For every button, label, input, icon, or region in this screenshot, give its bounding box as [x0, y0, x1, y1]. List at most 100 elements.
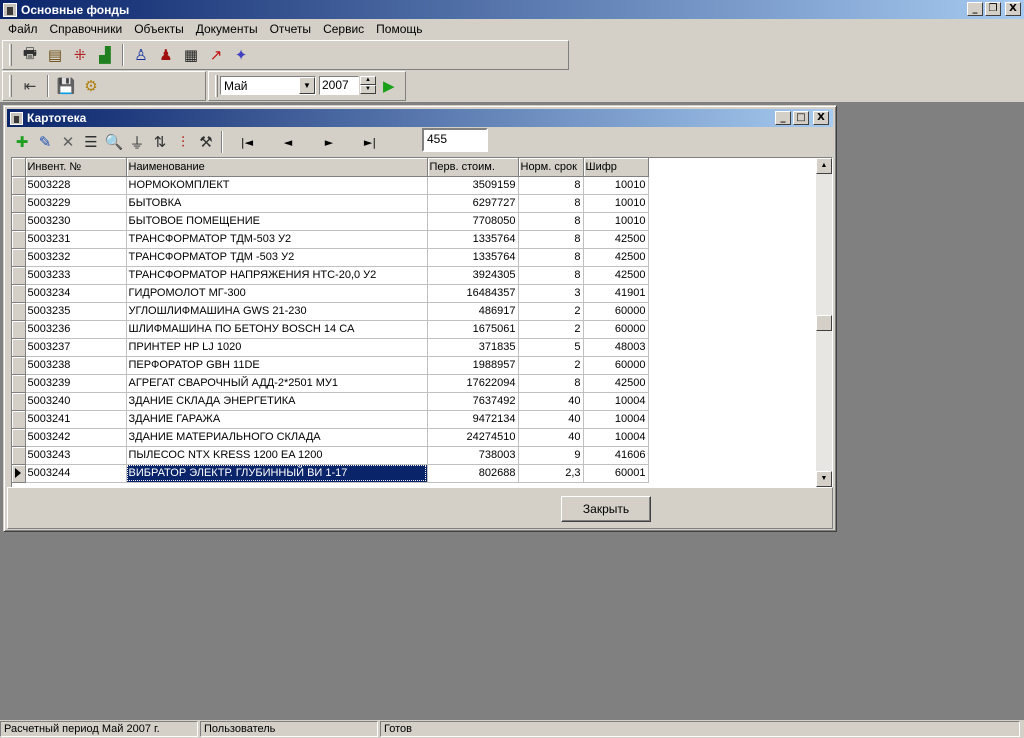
cell-inv[interactable]: 5003237: [25, 338, 127, 357]
cell-cost[interactable]: 1335764: [427, 230, 519, 249]
cell-cost[interactable]: 24274510: [427, 428, 519, 447]
cell-inv[interactable]: 5003241: [25, 410, 127, 429]
cell-code[interactable]: 41606: [583, 446, 649, 465]
cell-name[interactable]: АГРЕГАТ СВАРОЧНЫЙ АДД-2*2501 МУ1: [126, 374, 428, 393]
cell-inv[interactable]: 5003232: [25, 248, 127, 267]
cell-name[interactable]: ГИДРОМОЛОТ МГ-300: [126, 284, 428, 303]
cell-name[interactable]: ПЕРФОРАТОР GBH 11DE: [126, 356, 428, 375]
filter-icon[interactable]: ⏚: [126, 131, 148, 153]
restore-button[interactable]: ❐: [985, 2, 1001, 16]
first-record-button[interactable]: |◄: [227, 131, 267, 153]
table-row[interactable]: 5003237 ПРИНТЕР HP LJ 1020 371835 5 48003: [12, 338, 649, 357]
cell-term[interactable]: 8: [518, 374, 584, 393]
cell-cost[interactable]: 1335764: [427, 248, 519, 267]
row-indicator[interactable]: [12, 410, 26, 429]
row-indicator[interactable]: [12, 338, 26, 357]
toolbar-grip[interactable]: [215, 75, 218, 97]
cell-term[interactable]: 8: [518, 266, 584, 285]
cell-inv[interactable]: 5003239: [25, 374, 127, 393]
cell-cost[interactable]: 7637492: [427, 392, 519, 411]
cell-name[interactable]: ТРАНСФОРМАТОР НАПРЯЖЕНИЯ НТС-20,0 У2: [126, 266, 428, 285]
printer-icon[interactable]: 🖶: [19, 44, 41, 66]
cell-term[interactable]: 40: [518, 410, 584, 429]
cell-cost[interactable]: 371835: [427, 338, 519, 357]
book-icon[interactable]: ▤: [44, 44, 66, 66]
cell-name[interactable]: ЗДАНИЕ ГАРАЖА: [126, 410, 428, 429]
cell-code[interactable]: 42500: [583, 266, 649, 285]
cell-name[interactable]: БЫТОВОЕ ПОМЕЩЕНИЕ: [126, 212, 428, 231]
table-row[interactable]: 5003228 НОРМОКОМПЛЕКТ 3509159 8 10010: [12, 176, 649, 195]
cell-code[interactable]: 48003: [583, 338, 649, 357]
menu-documents[interactable]: Документы: [190, 22, 264, 36]
cell-inv[interactable]: 5003228: [25, 176, 127, 195]
save-icon[interactable]: 💾: [55, 75, 77, 97]
list-icon[interactable]: ☰: [80, 131, 102, 153]
cell-cost[interactable]: 16484357: [427, 284, 519, 303]
cell-term[interactable]: 8: [518, 212, 584, 231]
cell-cost[interactable]: 486917: [427, 302, 519, 321]
row-indicator[interactable]: [12, 356, 26, 375]
cell-name[interactable]: ЗДАНИЕ СКЛАДА ЭНЕРГЕТИКА: [126, 392, 428, 411]
cell-cost[interactable]: 1988957: [427, 356, 519, 375]
cell-name[interactable]: ПРИНТЕР HP LJ 1020: [126, 338, 428, 357]
row-indicator[interactable]: [12, 230, 26, 249]
cell-code[interactable]: 60000: [583, 320, 649, 339]
cell-code[interactable]: 60001: [583, 464, 649, 483]
table-row[interactable]: 5003240 ЗДАНИЕ СКЛАДА ЭНЕРГЕТИКА 7637492 40…: [12, 392, 649, 411]
cell-inv[interactable]: 5003234: [25, 284, 127, 303]
table-row[interactable]: 5003243 ПЫЛЕСОС NTX KRESS 1200 EA 1200 738…: [12, 446, 649, 465]
cell-code[interactable]: 10010: [583, 212, 649, 231]
table-row[interactable]: 5003229 БЫТОВКА 6297727 8 10010: [12, 194, 649, 213]
menu-service[interactable]: Сервис: [317, 22, 370, 36]
vertical-scrollbar[interactable]: ▲ ▼: [816, 158, 832, 487]
toolbar-grip[interactable]: [9, 75, 12, 97]
cell-term[interactable]: 2: [518, 302, 584, 321]
cell-cost[interactable]: 7708050: [427, 212, 519, 231]
column-header-inv[interactable]: Инвент. №: [25, 158, 127, 177]
line-chart-icon[interactable]: ↗: [205, 44, 227, 66]
find-icon[interactable]: 🔍: [103, 131, 125, 153]
toolbar-grip[interactable]: [9, 44, 12, 66]
row-indicator[interactable]: [12, 176, 26, 195]
cell-name[interactable]: ПЫЛЕСОС NTX KRESS 1200 EA 1200: [126, 446, 428, 465]
cell-term[interactable]: 9: [518, 446, 584, 465]
cell-code[interactable]: 10004: [583, 428, 649, 447]
column-header-name[interactable]: Наименование: [126, 158, 428, 177]
minimize-button[interactable]: _: [967, 2, 983, 16]
table-row[interactable]: 5003231 ТРАНСФОРМАТОР ТДМ-503 У2 1335764 8 4…: [12, 230, 649, 249]
row-indicator[interactable]: [12, 194, 26, 213]
cell-name[interactable]: НОРМОКОМПЛЕКТ: [126, 176, 428, 195]
scroll-up-icon[interactable]: ▲: [816, 158, 832, 174]
cell-inv[interactable]: 5003240: [25, 392, 127, 411]
edit-icon[interactable]: ✎: [34, 131, 56, 153]
cell-name[interactable]: БЫТОВКА: [126, 194, 428, 213]
menu-file[interactable]: Файл: [2, 22, 44, 36]
cell-code[interactable]: 42500: [583, 248, 649, 267]
prev-record-button[interactable]: ◄: [268, 131, 308, 153]
table-row[interactable]: 5003230 БЫТОВОЕ ПОМЕЩЕНИЕ 7708050 8 10010: [12, 212, 649, 231]
row-indicator[interactable]: [12, 266, 26, 285]
column-header-code[interactable]: Шифр: [583, 158, 649, 177]
cell-cost[interactable]: 3509159: [427, 176, 519, 195]
cell-term[interactable]: 8: [518, 176, 584, 195]
close-button[interactable]: X: [1005, 2, 1021, 16]
scroll-thumb[interactable]: [816, 315, 832, 331]
menu-reports[interactable]: Отчеты: [264, 22, 317, 36]
cell-term[interactable]: 2,3: [518, 464, 584, 483]
cell-term[interactable]: 40: [518, 428, 584, 447]
cell-term[interactable]: 8: [518, 194, 584, 213]
play-icon[interactable]: ▶: [383, 77, 399, 95]
calculate-icon[interactable]: ⚙: [80, 75, 102, 97]
table-row[interactable]: 5003236 ШЛИФМАШИНА ПО БЕТОНУ BOSCH 14 CA 1…: [12, 320, 649, 339]
year-stepper[interactable]: ▲ ▼: [360, 76, 376, 95]
child-minimize-button[interactable]: _: [775, 111, 791, 125]
last-record-button[interactable]: ►|: [350, 131, 390, 153]
child-close-button[interactable]: X: [813, 111, 829, 125]
cell-code[interactable]: 42500: [583, 374, 649, 393]
cell-code[interactable]: 10010: [583, 194, 649, 213]
chart-bars-icon[interactable]: ▟: [94, 44, 116, 66]
table-row[interactable]: 5003239 АГРЕГАТ СВАРОЧНЫЙ АДД-2*2501 МУ1 1…: [12, 374, 649, 393]
cell-name[interactable]: ВИБРАТОР ЭЛЕКТР. ГЛУБИННЫЙ ВИ 1-17: [126, 464, 428, 483]
row-indicator[interactable]: [12, 284, 26, 303]
cell-term[interactable]: 8: [518, 248, 584, 267]
